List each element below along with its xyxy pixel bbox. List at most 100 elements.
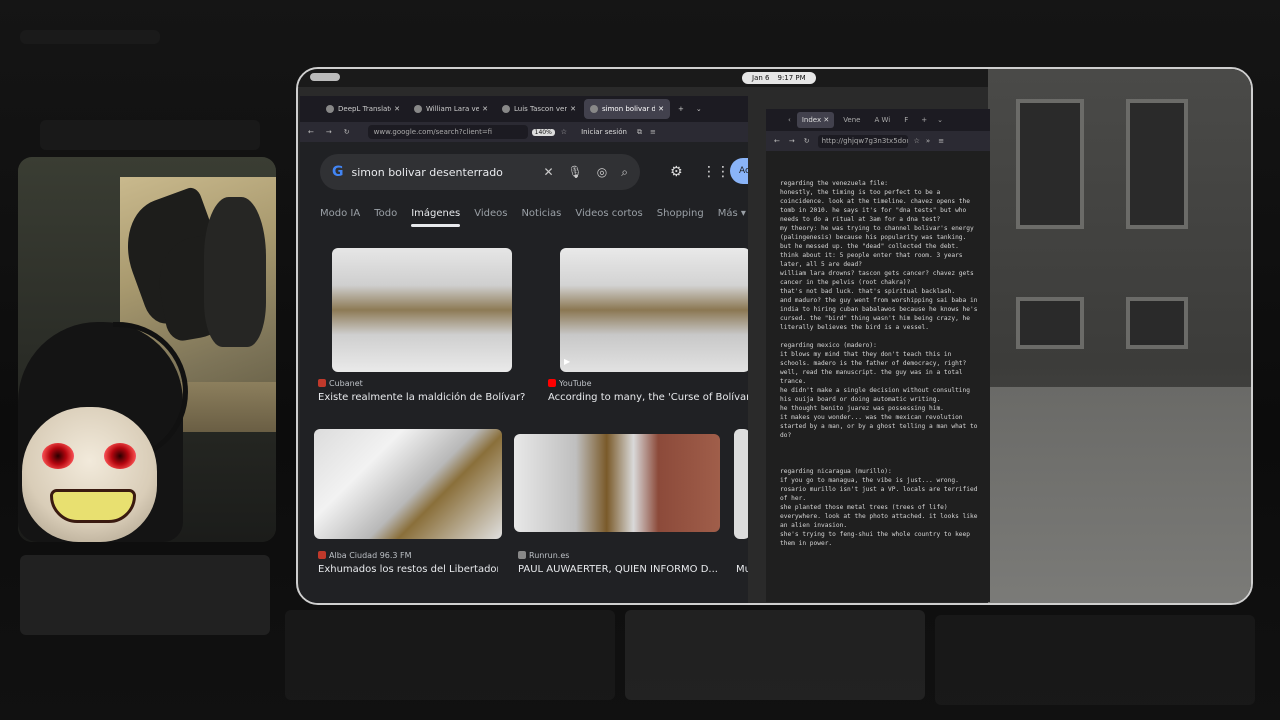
result-thumbnail[interactable]: ▶ — [560, 248, 748, 372]
result-thumbnail[interactable] — [314, 429, 502, 539]
signin-link[interactable]: Iniciar sesión — [581, 128, 627, 136]
source-name: YouTube — [559, 379, 592, 388]
extensions-icon[interactable]: ⧉ — [637, 128, 642, 137]
zoom-indicator[interactable]: 140% — [531, 128, 555, 136]
tab-index[interactable]: Index ✕ — [796, 112, 835, 128]
source-icon — [518, 551, 526, 559]
tab-list-icon[interactable]: ⌄ — [696, 105, 702, 113]
sign-in-button[interactable]: Ac — [730, 158, 748, 184]
desktop: Jan 69:17 PM DeepL Translate - E✕ Willia… — [0, 0, 1280, 720]
url-text: www.google.com/search?client=fi — [373, 128, 493, 136]
google-icon — [590, 105, 598, 113]
tab-todo[interactable]: Todo — [374, 208, 397, 219]
tab-simon-bolivar[interactable]: simon bolivar dese✕ — [584, 99, 670, 119]
tab-list-icon[interactable]: ⌄ — [937, 116, 943, 124]
url-bar[interactable]: http://ghjqw7g3n3tx5dou — [817, 134, 908, 148]
source-icon — [318, 379, 326, 387]
result-caption[interactable]: PAUL AUWAERTER, QUIEN INFORMO D... — [518, 564, 718, 575]
clock-time: 9:17 PM — [777, 74, 806, 82]
clear-icon[interactable]: ✕ — [543, 165, 553, 179]
photo-ground — [988, 387, 1251, 603]
tab-vene[interactable]: Vene — [838, 112, 865, 128]
url-bar[interactable]: www.google.com/search?client=fi — [367, 125, 528, 139]
background-tile — [20, 30, 160, 44]
close-icon[interactable]: ✕ — [658, 105, 664, 113]
background-tile — [625, 610, 925, 700]
source-name: Runrun.es — [529, 551, 570, 560]
tab-videos[interactable]: Videos — [474, 208, 507, 219]
tab-mas[interactable]: Más ▾ — [718, 208, 746, 219]
close-icon[interactable]: ✕ — [482, 105, 488, 113]
result-thumbnail[interactable] — [332, 248, 512, 372]
apps-grid-icon[interactable]: ⋮⋮ — [702, 164, 730, 180]
reload-icon[interactable]: ↻ — [804, 137, 810, 145]
forward-icon[interactable]: → — [326, 128, 332, 136]
gear-icon[interactable]: ⚙ — [670, 164, 683, 180]
search-query[interactable]: simon bolivar desenterrado — [352, 166, 530, 179]
tab-videos-cortos[interactable]: Videos cortos — [575, 208, 642, 219]
tab-imagenes[interactable]: Imágenes — [411, 208, 461, 227]
close-icon[interactable]: ✕ — [394, 105, 400, 113]
red-eye — [104, 443, 136, 469]
tab-strip: ‹ Index ✕ Vene A Wi F + ⌄ — [766, 109, 990, 131]
play-icon: ▶ — [564, 357, 571, 366]
search-icon[interactable]: ⌕ — [621, 165, 628, 180]
tab-a-wi[interactable]: A Wi — [869, 112, 895, 128]
overflow-icon[interactable]: » — [926, 137, 930, 145]
source-icon — [318, 551, 326, 559]
microphone-icon[interactable]: 🎙 — [568, 165, 583, 179]
source-name: Alba Ciudad 96.3 FM — [329, 551, 412, 560]
forward-icon[interactable]: → — [789, 137, 795, 145]
clock[interactable]: Jan 6 9:17 PM — [742, 72, 816, 84]
menu-icon[interactable]: ≡ — [650, 128, 656, 136]
background-tile — [935, 615, 1255, 705]
deepl-icon — [326, 105, 334, 113]
close-icon[interactable]: ✕ — [570, 105, 576, 113]
tab-william-lara[interactable]: William Lara venez✕ — [408, 99, 494, 119]
tab-label: Index — [801, 116, 822, 124]
nav-bar: ← → ↻ www.google.com/search?client=fi 14… — [300, 122, 748, 142]
scroll-left-icon[interactable]: ‹ — [788, 116, 791, 124]
nav-bar: ← → ↻ http://ghjqw7g3n3tx5dou ☆ » ≡ — [766, 131, 990, 151]
result-source: Alba Ciudad 96.3 FM — [318, 551, 412, 560]
bookmark-star-icon[interactable]: ☆ — [914, 137, 920, 145]
tab-label: DeepL Translate - E — [338, 105, 391, 113]
tab-f[interactable]: F — [899, 112, 913, 128]
new-tab-icon[interactable]: + — [921, 116, 927, 124]
browser-window-google: DeepL Translate - E✕ William Lara venez✕… — [300, 96, 748, 603]
reload-icon[interactable]: ↻ — [344, 128, 350, 136]
background-tile — [20, 555, 270, 635]
result-caption[interactable]: Mu — [736, 564, 748, 575]
cat-figure — [204, 197, 266, 347]
result-thumbnail[interactable] — [514, 434, 720, 532]
back-icon[interactable]: ← — [774, 137, 780, 145]
url-text: http://ghjqw7g3n3tx5dou — [821, 136, 908, 145]
new-tab-icon[interactable]: + — [678, 105, 684, 113]
background-tile — [40, 120, 260, 150]
result-source: YouTube — [548, 379, 592, 388]
tab-deepl[interactable]: DeepL Translate - E✕ — [320, 99, 406, 119]
tab-noticias[interactable]: Noticias — [521, 208, 561, 219]
result-source: Cubanet — [318, 379, 363, 388]
result-caption[interactable]: According to many, the 'Curse of Bolívar… — [548, 392, 748, 403]
lens-icon[interactable]: ◎ — [597, 165, 607, 179]
tab-luis-tascon[interactable]: Luis Tascon venezu✕ — [496, 99, 582, 119]
google-icon — [414, 105, 422, 113]
tab-modo-ia[interactable]: Modo IA — [320, 208, 360, 219]
result-thumbnail[interactable] — [734, 429, 748, 539]
building-window — [1016, 297, 1084, 349]
clock-date: Jan 6 — [752, 74, 770, 82]
activities-button[interactable] — [310, 73, 340, 81]
google-logo-icon: G — [332, 164, 344, 180]
building-window — [1016, 99, 1084, 229]
building-window — [1126, 99, 1188, 229]
result-caption[interactable]: Exhumados los restos del Libertador ... — [318, 564, 498, 575]
browser-window-notes: ‹ Index ✕ Vene A Wi F + ⌄ ← → ↻ http://g… — [766, 109, 990, 602]
bookmark-star-icon[interactable]: ☆ — [561, 128, 567, 136]
back-icon[interactable]: ← — [308, 128, 314, 136]
search-box[interactable]: G simon bolivar desenterrado ✕ 🎙 ◎ ⌕ — [320, 154, 640, 190]
tab-label: William Lara venez — [426, 105, 480, 113]
result-caption[interactable]: Existe realmente la maldición de Bolívar… — [318, 392, 528, 403]
menu-icon[interactable]: ≡ — [938, 137, 944, 145]
tab-shopping[interactable]: Shopping — [657, 208, 704, 219]
